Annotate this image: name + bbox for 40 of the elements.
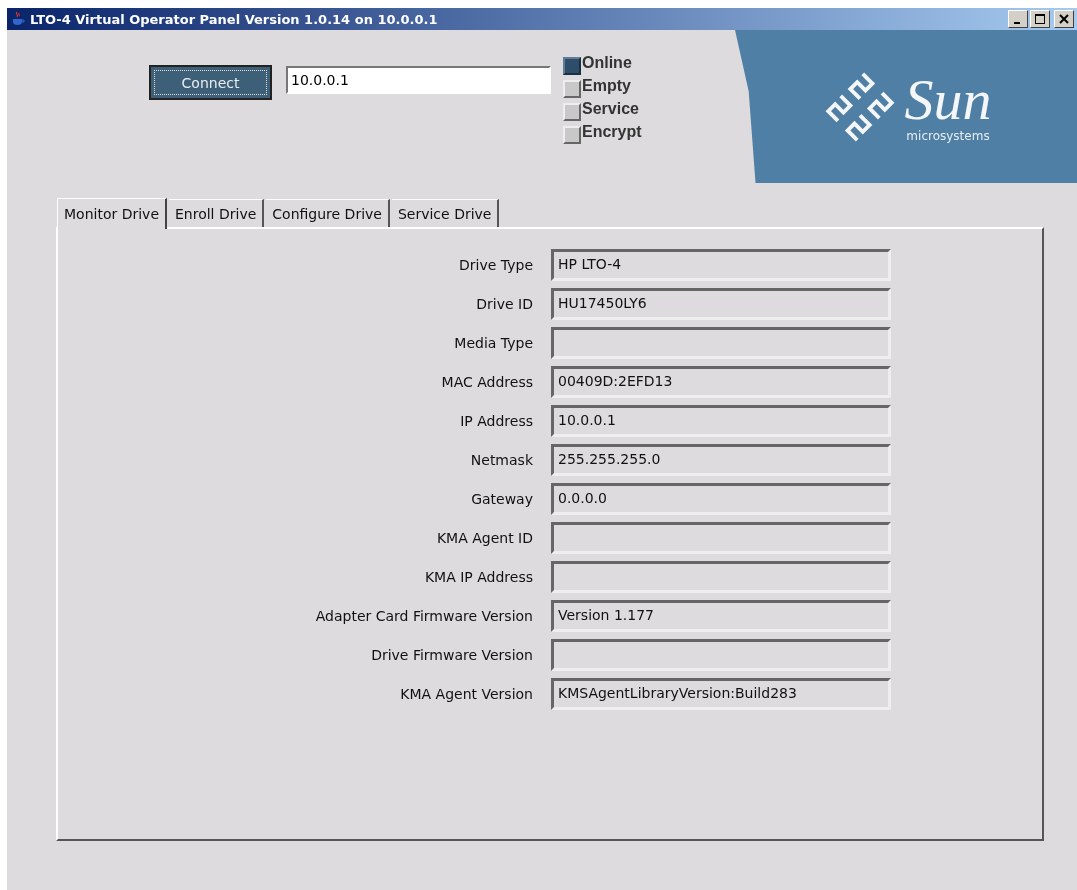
window-title: LTO-4 Virtual Operator Panel Version 1.0.14 on 10.0.0.1 [30, 11, 438, 27]
read-only-field: KMSAgentLibraryVersion:Build283 [551, 678, 891, 710]
minimize-icon [1013, 21, 1020, 24]
status-label: Encrypt [582, 123, 642, 141]
field-label: Drive Type [458, 257, 533, 273]
maximize-icon [1035, 14, 1045, 24]
logo-tagline: microsystems [906, 128, 990, 143]
read-only-field: HU17450LY6 [551, 288, 891, 320]
tab[interactable]: Monitor Drive [57, 198, 167, 229]
field-label: Netmask [469, 452, 533, 468]
read-only-field: Version 1.177 [551, 600, 891, 632]
connect-button[interactable]: Connect [149, 65, 272, 100]
read-only-field: 10.0.0.1 [551, 405, 891, 437]
field-label: Gateway [470, 491, 533, 507]
coffee-cup-icon [10, 11, 26, 27]
read-only-field: 255.255.255.0 [551, 444, 891, 476]
minimize-button[interactable] [1008, 10, 1028, 28]
field-label: KMA Agent ID [435, 530, 533, 546]
field-label: MAC Address [440, 374, 533, 390]
status-label: Empty [582, 77, 631, 95]
tab[interactable]: Service Drive [391, 199, 500, 227]
logo-wordmark: Sun [904, 70, 992, 129]
field-label: Drive Firmware Version [370, 647, 533, 663]
read-only-field: HP LTO-4 [551, 249, 891, 281]
field-label: KMA Agent Version [399, 686, 533, 702]
field-label: KMA IP Address [423, 569, 533, 585]
status-label: Service [582, 100, 639, 118]
tab[interactable]: Configure Drive [266, 199, 390, 227]
tab[interactable]: Enroll Drive [169, 199, 265, 227]
field-label: Adapter Card Firmware Version [314, 608, 533, 624]
read-only-field: 00409D:2EFD13 [551, 366, 891, 398]
status-label: Online [582, 54, 632, 72]
address-field[interactable]: 10.0.0.1 [286, 66, 551, 94]
close-button[interactable] [1054, 10, 1074, 28]
field-label: IP Address [459, 413, 533, 429]
read-only-field: 0.0.0.0 [551, 483, 891, 515]
maximize-button[interactable] [1030, 10, 1050, 28]
field-label: Drive ID [475, 296, 533, 312]
field-label: Media Type [453, 335, 533, 351]
close-icon [1059, 14, 1069, 24]
